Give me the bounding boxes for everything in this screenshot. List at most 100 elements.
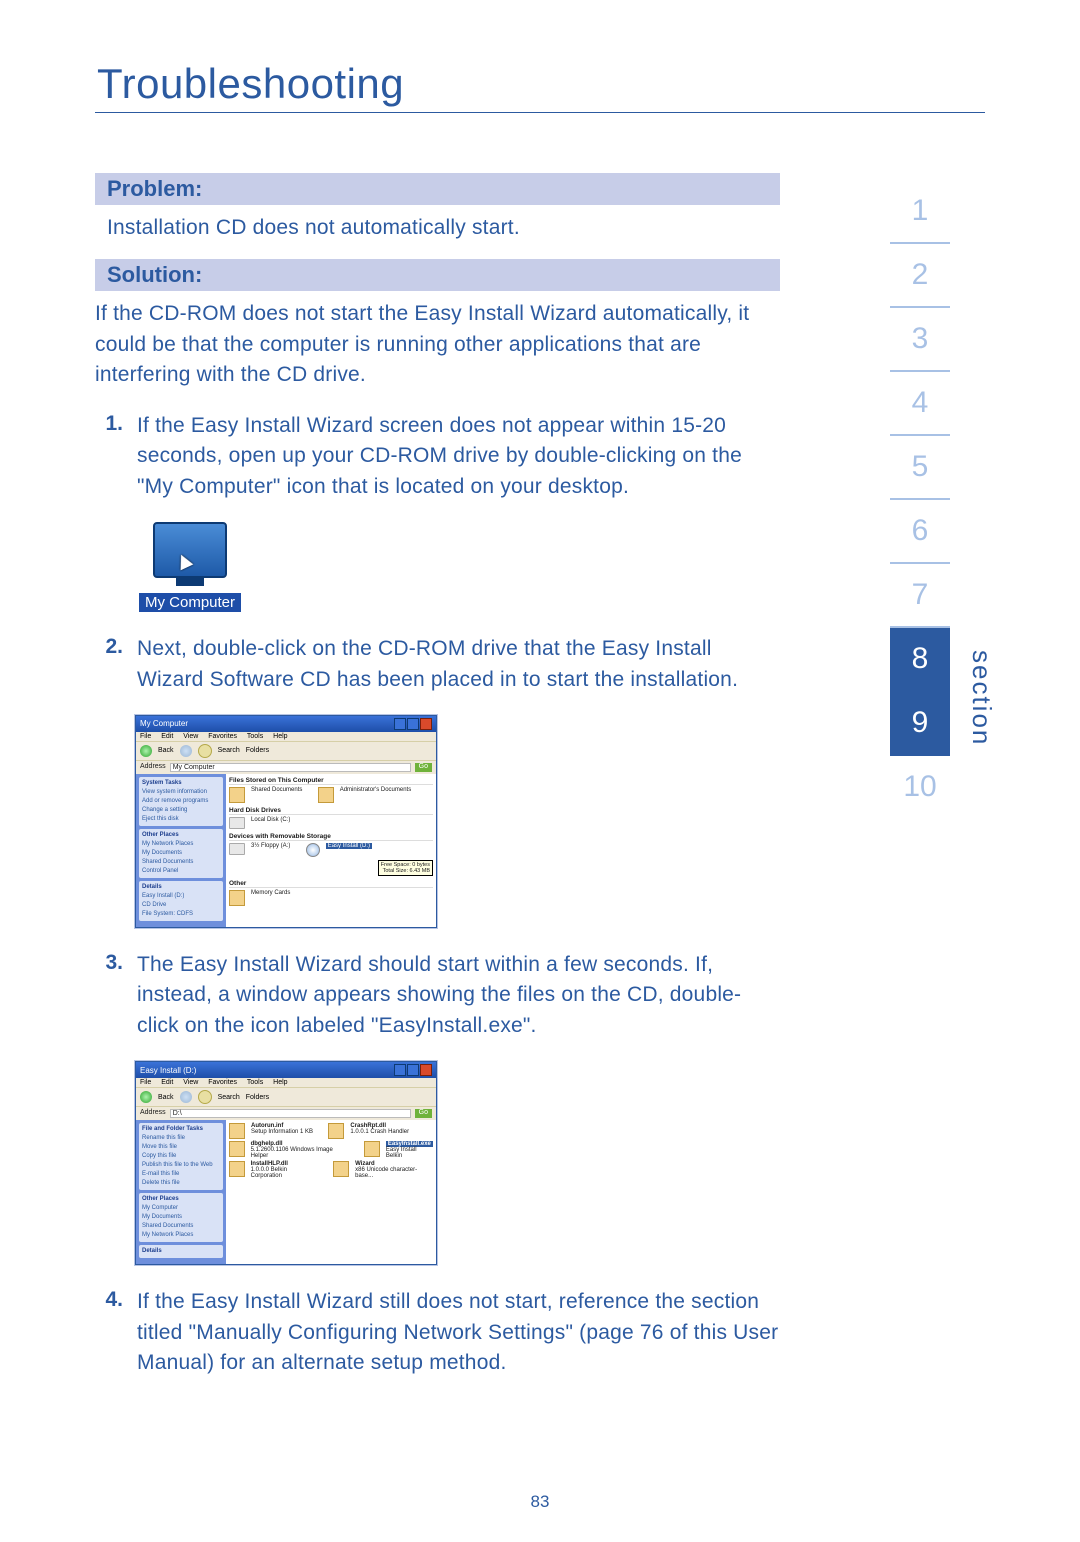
close-icon — [420, 1064, 432, 1076]
section-header: Other — [229, 880, 433, 888]
step-text: Next, double-click on the CD-ROM drive t… — [137, 634, 780, 695]
sidebar-item: Move this file — [142, 1143, 220, 1152]
item-label: Administrator's Documents — [340, 787, 412, 793]
sidebar-group-title: Other Places — [142, 831, 220, 840]
menu-view: View — [183, 733, 198, 740]
address-field: My Computer — [170, 763, 411, 772]
menu-file: File — [140, 1079, 151, 1086]
section-nav-9[interactable]: 9 — [890, 692, 950, 756]
menu-favorites: Favorites — [208, 733, 237, 740]
sidebar-item: Shared Documents — [142, 858, 220, 867]
sidebar-item: Rename this file — [142, 1134, 220, 1143]
step-number: 3. — [95, 950, 123, 1041]
file-meta: Setup Information 1 KB — [251, 1129, 313, 1135]
section-nav-4[interactable]: 4 — [890, 372, 950, 436]
figure-easy-install-window: Easy Install (D:) File Edit View Favorit… — [135, 1061, 780, 1265]
forward-icon — [180, 1091, 192, 1103]
window-titlebar: My Computer — [136, 716, 436, 732]
item-label: 3½ Floppy (A:) — [251, 843, 290, 849]
problem-heading: Problem: — [95, 173, 780, 205]
page-title: Troubleshooting — [95, 60, 985, 108]
tooltip: Free Space: 0 bytes Total Size: 6.43 MB — [378, 860, 433, 876]
section-nav-7[interactable]: 7 — [890, 564, 950, 628]
section-nav-2[interactable]: 2 — [890, 244, 950, 308]
sidebar-group-title: Other Places — [142, 1195, 220, 1204]
section-label: section — [966, 650, 997, 746]
sidebar-item: Change a setting — [142, 806, 220, 815]
search-label: Search — [218, 747, 240, 754]
sidebar-item: My Computer — [142, 1204, 220, 1213]
menu-help: Help — [273, 1079, 287, 1086]
section-header: Devices with Removable Storage — [229, 833, 433, 841]
step-number: 1. — [95, 411, 123, 502]
section-header: Files Stored on This Computer — [229, 777, 433, 785]
figure-my-computer-window: My Computer File Edit View Favorites Too… — [135, 715, 780, 928]
sidebar-item: My Network Places — [142, 1231, 220, 1240]
back-label: Back — [158, 747, 174, 754]
main-pane: Files Stored on This Computer Shared Doc… — [226, 774, 436, 927]
section-nav-5[interactable]: 5 — [890, 436, 950, 500]
step-1: 1. If the Easy Install Wizard screen doe… — [95, 411, 780, 502]
file-meta: x86 Unicode character-base... — [355, 1167, 417, 1179]
sidebar-item: Eject this disk — [142, 815, 220, 824]
floppy-icon — [229, 843, 245, 855]
window-titlebar: Easy Install (D:) — [136, 1062, 436, 1078]
drive-icon — [229, 817, 245, 829]
menu-file: File — [140, 733, 151, 740]
menu-tools: Tools — [247, 1079, 263, 1086]
sidebar-group-title: Details — [142, 883, 220, 892]
step-2: 2. Next, double-click on the CD-ROM driv… — [95, 634, 780, 695]
address-field: D:\ — [170, 1109, 411, 1118]
item-label: Local Disk (C:) — [251, 817, 290, 823]
toolbar: Back Search Folders — [136, 741, 436, 760]
address-label: Address — [140, 1109, 166, 1118]
menu-bar: File Edit View Favorites Tools Help — [136, 732, 436, 741]
section-nav: 1 2 3 4 5 6 7 8 9 10 section — [890, 180, 1010, 818]
menu-favorites: Favorites — [208, 1079, 237, 1086]
sidebar: File and Folder Tasks Rename this file M… — [136, 1120, 226, 1264]
file-icon — [364, 1141, 380, 1157]
window-title: My Computer — [140, 719, 188, 728]
sidebar-group-title: Details — [142, 1247, 220, 1256]
item-label: Memory Cards — [251, 890, 290, 896]
sidebar-item: Easy Install (D:) — [142, 892, 220, 901]
section-nav-8[interactable]: 8 — [890, 628, 950, 692]
step-text: If the Easy Install Wizard still does no… — [137, 1287, 780, 1378]
search-label: Search — [218, 1094, 240, 1101]
file-meta: 1.0.0.0 Belkin Corporation — [251, 1167, 287, 1179]
step-text: The Easy Install Wizard should start wit… — [137, 950, 780, 1041]
section-nav-6[interactable]: 6 — [890, 500, 950, 564]
sidebar-item: Copy this file — [142, 1152, 220, 1161]
menu-edit: Edit — [161, 733, 173, 740]
folder-icon — [318, 787, 334, 803]
sidebar-item: Control Panel — [142, 867, 220, 876]
sidebar-item: CD Drive — [142, 901, 220, 910]
menu-help: Help — [273, 733, 287, 740]
minimize-icon — [394, 1064, 406, 1076]
section-nav-1[interactable]: 1 — [890, 180, 950, 244]
file-icon — [328, 1123, 344, 1139]
section-header: Hard Disk Drives — [229, 807, 433, 815]
step-number: 2. — [95, 634, 123, 695]
sidebar-group-title: System Tasks — [142, 779, 220, 788]
maximize-icon — [407, 1064, 419, 1076]
minimize-icon — [394, 718, 406, 730]
sidebar-item: E-mail this file — [142, 1170, 220, 1179]
folders-label: Folders — [246, 1094, 269, 1101]
tooltip-line: Total Size: 6.43 MB — [383, 868, 430, 874]
back-icon — [140, 745, 152, 757]
maximize-icon — [407, 718, 419, 730]
menu-tools: Tools — [247, 733, 263, 740]
go-button: Go — [415, 763, 432, 772]
section-nav-10[interactable]: 10 — [890, 756, 950, 818]
sidebar-group-title: File and Folder Tasks — [142, 1125, 220, 1134]
forward-icon — [180, 745, 192, 757]
problem-text: Installation CD does not automatically s… — [107, 213, 780, 243]
page-number: 83 — [0, 1492, 1080, 1512]
section-nav-3[interactable]: 3 — [890, 308, 950, 372]
toolbar: Back Search Folders — [136, 1087, 436, 1106]
step-number: 4. — [95, 1287, 123, 1378]
file-meta: Easy Install Belkin — [386, 1147, 417, 1159]
address-bar: Address D:\ Go — [136, 1106, 436, 1120]
item-label: Shared Documents — [251, 787, 302, 793]
